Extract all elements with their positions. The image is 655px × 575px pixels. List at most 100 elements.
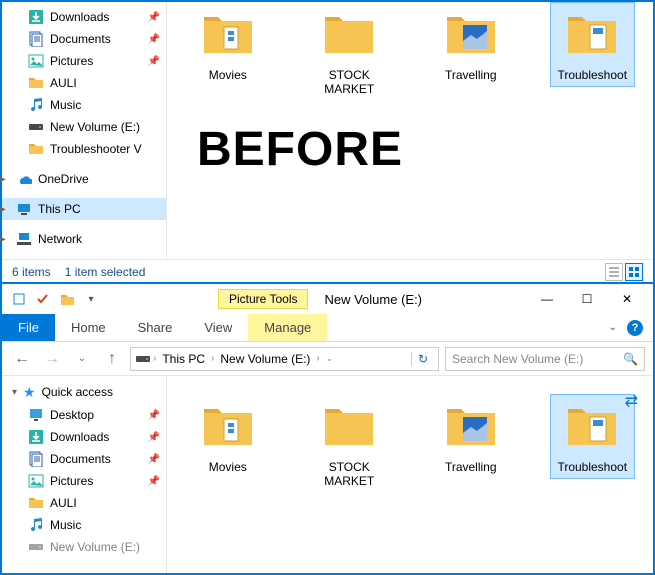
music-icon — [28, 97, 44, 113]
sidebar-item-pictures[interactable]: Pictures📌 — [2, 470, 166, 492]
music-icon — [28, 517, 44, 533]
sidebar-item-documents[interactable]: Documents📌 — [2, 28, 166, 50]
chevron-right-icon[interactable]: › — [153, 353, 156, 364]
tab-view[interactable]: View — [188, 314, 248, 341]
tab-manage[interactable]: Manage — [248, 314, 327, 341]
refresh-button[interactable]: ↻ — [411, 352, 434, 366]
address-bar[interactable]: › This PC › New Volume (E:) › ⌄ ↻ — [130, 347, 439, 371]
close-button[interactable]: ✕ — [607, 284, 647, 314]
sidebar-item-music[interactable]: Music — [2, 94, 166, 116]
ribbon-collapse-button[interactable]: ⌄ — [609, 322, 617, 333]
nav-pane: Downloads📌 Documents📌 Pictures📌 AULI Mus… — [2, 2, 167, 259]
pin-icon: 📌 — [148, 34, 160, 45]
folder-movies[interactable]: Movies — [185, 394, 271, 479]
status-bar: 6 items 1 item selected — [2, 259, 653, 283]
pictures-icon — [28, 53, 44, 69]
documents-icon — [28, 451, 44, 467]
folder-troubleshoot[interactable]: ⇄ Troubleshoot — [550, 394, 636, 479]
sidebar-item-thispc[interactable]: ▶This PC — [2, 198, 166, 220]
sidebar-item-music[interactable]: Music — [2, 514, 166, 536]
qat-check-button[interactable] — [32, 288, 54, 310]
sidebar-item-troubleshooter[interactable]: Troubleshooter V — [2, 138, 166, 160]
chevron-right-icon[interactable]: › — [211, 353, 214, 364]
pictures-icon — [28, 473, 44, 489]
documents-icon — [28, 31, 44, 47]
folder-stockmarket[interactable]: STOCK MARKET — [307, 394, 393, 493]
chevron-down-icon[interactable]: ▾ — [12, 387, 17, 398]
quick-access-toolbar: ▾ — [8, 288, 102, 310]
address-dropdown-button[interactable]: ⌄ — [322, 353, 338, 364]
overlay-label: BEFORE — [197, 122, 403, 177]
search-icon: 🔍 — [623, 352, 638, 366]
title-bar[interactable]: ▾ Picture Tools New Volume (E:) — ☐ ✕ — [2, 284, 653, 314]
folder-icon — [28, 141, 44, 157]
back-button[interactable]: ← — [10, 347, 34, 371]
folder-icon — [202, 399, 254, 454]
folder-icon — [566, 7, 618, 62]
downloads-icon — [28, 429, 44, 445]
content-area[interactable]: Movies STOCK MARKET Travelling Troublesh… — [167, 2, 653, 259]
pin-icon: 📌 — [148, 476, 160, 487]
help-button[interactable]: ? — [627, 320, 643, 336]
sidebar-item-auli[interactable]: AULI — [2, 492, 166, 514]
sidebar-item-quickaccess[interactable]: ▾★Quick access — [2, 380, 166, 404]
explorer-window-after: ▾ Picture Tools New Volume (E:) — ☐ ✕ Fi… — [0, 282, 655, 575]
quickaccess-icon: ★ — [23, 384, 36, 401]
sidebar-item-downloads[interactable]: Downloads📌 — [2, 6, 166, 28]
sidebar-item-auli[interactable]: AULI — [2, 72, 166, 94]
folder-icon — [566, 399, 618, 454]
minimize-button[interactable]: — — [527, 284, 567, 314]
tab-share[interactable]: Share — [122, 314, 189, 341]
sidebar-item-newvolume[interactable]: New Volume (E:) — [2, 536, 166, 558]
tab-file[interactable]: File — [2, 314, 55, 341]
drive-icon — [28, 119, 44, 135]
pin-icon: 📌 — [148, 12, 160, 23]
sidebar-item-documents[interactable]: Documents📌 — [2, 448, 166, 470]
chevron-right-icon[interactable]: › — [316, 353, 319, 364]
ribbon: File Home Share View Manage ⌄ ? — [2, 314, 653, 342]
chevron-right-icon[interactable]: ▶ — [2, 234, 6, 245]
folder-icon — [28, 495, 44, 511]
chevron-right-icon[interactable]: ▶ — [2, 204, 6, 215]
sidebar-item-newvolume[interactable]: New Volume (E:) — [2, 116, 166, 138]
onedrive-icon — [16, 171, 32, 187]
tab-home[interactable]: Home — [55, 314, 122, 341]
chevron-right-icon[interactable]: ▶ — [2, 174, 6, 185]
search-box[interactable]: Search New Volume (E:)🔍 — [445, 347, 645, 371]
folder-icon — [445, 399, 497, 454]
folder-icon — [323, 7, 375, 62]
up-button[interactable]: ↑ — [100, 347, 124, 371]
sidebar-item-network[interactable]: ▶Network — [2, 228, 166, 250]
pin-icon: 📌 — [148, 410, 160, 421]
navigation-row: ← → ⌄ ↑ › This PC › New Volume (E:) › ⌄ … — [2, 342, 653, 376]
content-area[interactable]: Movies STOCK MARKET Travelling ⇄ Trouble… — [167, 376, 653, 573]
desktop-icon — [28, 407, 44, 423]
recent-locations-button[interactable]: ⌄ — [70, 347, 94, 371]
sidebar-item-pictures[interactable]: Pictures📌 — [2, 50, 166, 72]
forward-button[interactable]: → — [40, 347, 64, 371]
thispc-icon — [16, 201, 32, 217]
qat-newfolder-button[interactable] — [56, 288, 78, 310]
pin-icon: 📌 — [148, 56, 160, 67]
view-details-button[interactable] — [605, 263, 623, 281]
status-item-count: 6 items — [12, 265, 51, 279]
qat-properties-button[interactable] — [8, 288, 30, 310]
folder-icon — [202, 7, 254, 62]
breadcrumb-current[interactable]: New Volume (E:) — [216, 352, 314, 366]
qat-customize-button[interactable]: ▾ — [80, 288, 102, 310]
folder-movies[interactable]: Movies — [185, 2, 271, 87]
nav-pane: ▾★Quick access Desktop📌 Downloads📌 Docum… — [2, 376, 167, 573]
breadcrumb-thispc[interactable]: This PC — [158, 352, 209, 366]
context-tab-group: Picture Tools — [218, 289, 308, 309]
sidebar-item-onedrive[interactable]: ▶OneDrive — [2, 168, 166, 190]
folder-icon — [28, 75, 44, 91]
view-largeicons-button[interactable] — [625, 263, 643, 281]
folder-travelling[interactable]: Travelling — [428, 394, 514, 479]
downloads-icon — [28, 9, 44, 25]
folder-troubleshoot[interactable]: Troubleshoot — [550, 2, 636, 87]
maximize-button[interactable]: ☐ — [567, 284, 607, 314]
sidebar-item-downloads[interactable]: Downloads📌 — [2, 426, 166, 448]
sidebar-item-desktop[interactable]: Desktop📌 — [2, 404, 166, 426]
folder-travelling[interactable]: Travelling — [428, 2, 514, 87]
folder-stockmarket[interactable]: STOCK MARKET — [307, 2, 393, 101]
